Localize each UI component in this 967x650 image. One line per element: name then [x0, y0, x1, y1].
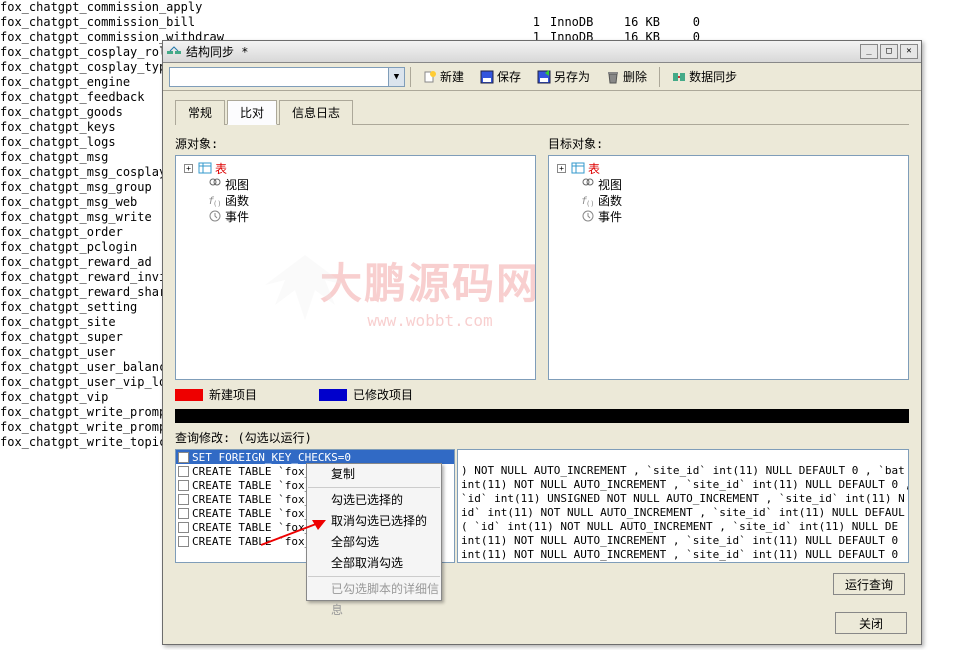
query-detail-row: int(11) NOT NULL AUTO_INCREMENT , `site_… — [458, 534, 908, 548]
legend: 新建项目 已修改项目 — [175, 386, 909, 403]
profile-combo[interactable]: ▼ — [169, 67, 405, 87]
query-list-right[interactable]: ) NOT NULL AUTO_INCREMENT , `site_id` in… — [457, 449, 909, 563]
menu-uncheck-selected[interactable]: 取消勾选已选择的 — [307, 511, 441, 532]
new-icon — [423, 70, 437, 84]
maximize-button[interactable]: □ — [880, 44, 898, 59]
expand-icon[interactable]: + — [184, 164, 193, 173]
source-label: 源对象: — [175, 135, 536, 152]
svg-text:(): () — [213, 200, 221, 207]
tab-general[interactable]: 常规 — [175, 100, 225, 125]
close-dialog-button[interactable]: 关闭 — [835, 612, 907, 634]
query-list-left[interactable]: 复制 勾选已选择的 取消勾选已选择的 全部勾选 全部取消勾选 已勾选脚本的详细信… — [175, 449, 455, 563]
menu-check-selected[interactable]: 勾选已选择的 — [307, 490, 441, 511]
dialog-title: 结构同步 * — [186, 43, 858, 60]
query-detail-row — [458, 450, 908, 464]
query-detail-row: int(11) NOT NULL AUTO_INCREMENT , `site_… — [458, 548, 908, 562]
save-button[interactable]: 保存 — [473, 66, 528, 88]
tab-strip: 常规 比对 信息日志 — [175, 99, 909, 125]
menu-check-all[interactable]: 全部勾选 — [307, 532, 441, 553]
run-query-button[interactable]: 运行查询 — [833, 573, 905, 595]
checkbox[interactable] — [178, 494, 189, 505]
chevron-down-icon[interactable]: ▼ — [388, 68, 404, 86]
event-icon — [581, 209, 595, 223]
swatch-new — [175, 389, 203, 401]
target-tree[interactable]: +表 视图 f()函数 事件 — [548, 155, 909, 380]
tab-compare[interactable]: 比对 — [227, 100, 277, 125]
swatch-modified — [319, 389, 347, 401]
structure-sync-dialog: 结构同步 * _ □ ✕ ▼ 新建 保存 另存为 删除 数据同步 常规 比对 信… — [162, 40, 922, 645]
view-icon — [581, 177, 595, 191]
table-icon — [571, 161, 585, 175]
query-detail-row: `id` int(11) UNSIGNED NOT NULL AUTO_INCR… — [458, 492, 908, 506]
close-button[interactable]: ✕ — [900, 44, 918, 59]
menu-details: 已勾选脚本的详细信息 — [307, 579, 441, 600]
svg-text:(): () — [586, 200, 594, 207]
checkbox[interactable] — [178, 466, 189, 477]
saveas-button[interactable]: 另存为 — [530, 66, 597, 88]
table-row[interactable]: fox_chatgpt_commission_bill1InnoDB16 KB0 — [0, 15, 960, 30]
titlebar[interactable]: 结构同步 * _ □ ✕ — [163, 41, 921, 63]
trash-icon — [606, 70, 620, 84]
toolbar: ▼ 新建 保存 另存为 删除 数据同步 — [163, 63, 921, 91]
menu-uncheck-all[interactable]: 全部取消勾选 — [307, 553, 441, 574]
source-tree[interactable]: +表 视图 f()函数 事件 — [175, 155, 536, 380]
saveas-icon — [537, 70, 551, 84]
table-row[interactable]: fox_chatgpt_commission_apply — [0, 0, 960, 15]
query-detail-row: ( `id` int(11) NOT NULL AUTO_INCREMENT ,… — [458, 520, 908, 534]
view-icon — [208, 177, 222, 191]
function-icon: f() — [581, 193, 595, 207]
new-button[interactable]: 新建 — [416, 66, 471, 88]
expand-icon[interactable]: + — [557, 164, 566, 173]
tab-log[interactable]: 信息日志 — [279, 100, 353, 125]
minimize-button[interactable]: _ — [860, 44, 878, 59]
event-icon — [208, 209, 222, 223]
save-icon — [480, 70, 494, 84]
menu-copy[interactable]: 复制 — [307, 464, 441, 485]
checkbox[interactable] — [178, 536, 189, 547]
target-label: 目标对象: — [548, 135, 909, 152]
query-label: 查询修改: (勾选以运行) — [175, 429, 909, 446]
checkbox[interactable] — [178, 508, 189, 519]
divider-bar — [175, 409, 909, 423]
query-detail-row: id` int(11) NOT NULL AUTO_INCREMENT , `s… — [458, 506, 908, 520]
delete-button[interactable]: 删除 — [599, 66, 654, 88]
data-sync-button[interactable]: 数据同步 — [665, 66, 744, 88]
query-row[interactable]: SET FOREIGN_KEY_CHECKS=0 — [176, 450, 454, 464]
function-icon: f() — [208, 193, 222, 207]
checkbox[interactable] — [178, 522, 189, 533]
query-detail-row: int(11) NOT NULL AUTO_INCREMENT , `site_… — [458, 478, 908, 492]
checkbox[interactable] — [178, 452, 189, 463]
sync-icon — [672, 70, 686, 84]
checkbox[interactable] — [178, 480, 189, 491]
table-icon — [198, 161, 212, 175]
query-detail-row: ) NOT NULL AUTO_INCREMENT , `site_id` in… — [458, 464, 908, 478]
app-icon — [166, 44, 182, 60]
context-menu: 复制 勾选已选择的 取消勾选已选择的 全部勾选 全部取消勾选 已勾选脚本的详细信… — [306, 463, 442, 601]
